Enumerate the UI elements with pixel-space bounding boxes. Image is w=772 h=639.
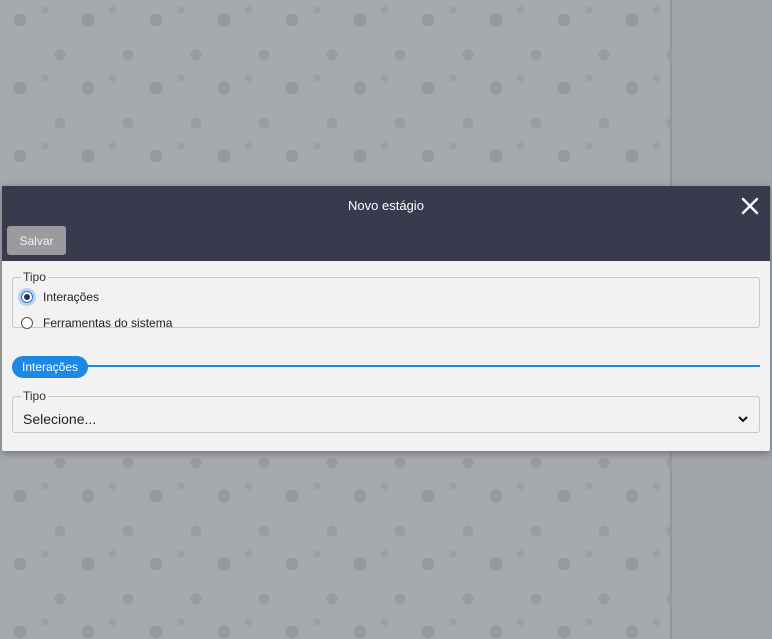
modal-header: Novo estágio Salvar — [2, 186, 770, 261]
radio-label: Interações — [43, 290, 100, 304]
new-stage-modal: Novo estágio Salvar Tipo Interações Ferr… — [2, 186, 770, 451]
tipo-select-group: Tipo Selecione... — [12, 389, 760, 433]
tipo-radio-group: Tipo Interações Ferramentas do sistema — [12, 270, 760, 330]
section-divider-line — [82, 365, 760, 367]
select-value: Selecione... — [23, 411, 97, 427]
save-button[interactable]: Salvar — [7, 226, 66, 255]
tipo-select[interactable]: Selecione... — [23, 407, 749, 431]
radio-label: Ferramentas do sistema — [43, 316, 173, 330]
radio-option-ferramentas[interactable]: Ferramentas do sistema — [21, 316, 172, 330]
section-header-interacoes: Interações — [12, 356, 89, 378]
tipo-select-legend: Tipo — [23, 389, 46, 403]
close-icon — [741, 197, 759, 215]
chevron-down-icon — [737, 413, 749, 425]
close-button[interactable] — [738, 194, 762, 218]
radio-button-checked[interactable] — [21, 291, 33, 303]
radio-option-interacoes[interactable]: Interações — [21, 290, 99, 304]
modal-title: Novo estágio — [348, 198, 424, 213]
tipo-legend: Tipo — [23, 270, 46, 284]
radio-button[interactable] — [21, 317, 33, 329]
